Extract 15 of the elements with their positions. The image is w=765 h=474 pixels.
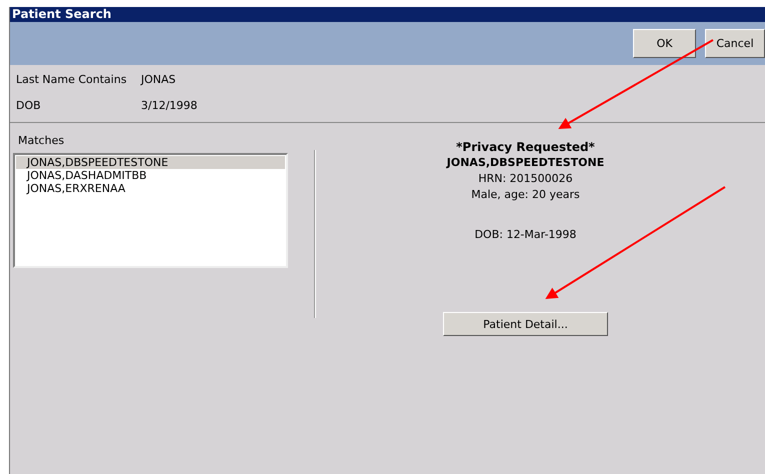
patient-detail-button[interactable]: Patient Detail...: [443, 312, 608, 336]
patient-name: JONAS,DBSPEEDTESTONE: [446, 155, 604, 171]
cancel-button[interactable]: Cancel: [705, 29, 765, 58]
privacy-notice: *Privacy Requested*: [456, 139, 595, 155]
field-label: DOB: [16, 99, 42, 112]
ok-button[interactable]: OK: [633, 29, 696, 58]
window-title: Patient Search: [10, 7, 765, 22]
list-item[interactable]: JONAS,DBSPEEDTESTONE: [16, 156, 285, 169]
patient-dob: DOB: 12-Mar-1998: [474, 227, 576, 243]
patient-hrn: HRN: 201500026: [478, 171, 573, 187]
patient-sex-age: Male, age: 20 years: [471, 187, 580, 203]
field-label: Last Name Contains: [16, 73, 128, 86]
field-value: 3/12/1998: [141, 99, 198, 112]
list-label: Matches: [17, 134, 66, 147]
field-value: JONAS: [141, 73, 177, 86]
